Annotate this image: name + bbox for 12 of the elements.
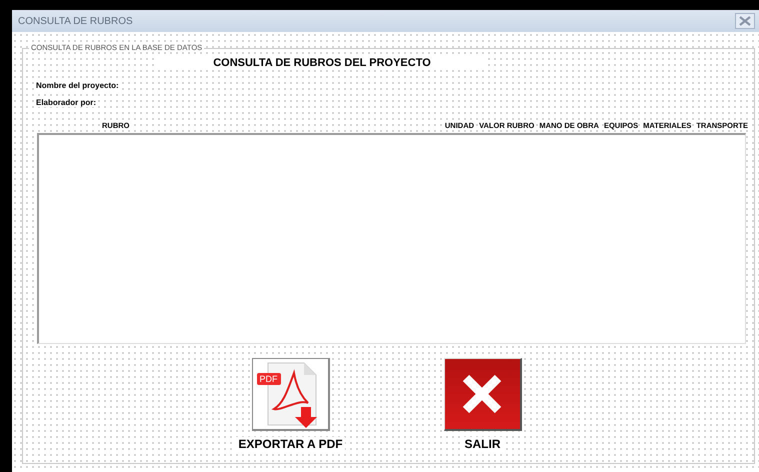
exit-button[interactable] [444, 358, 522, 431]
pdf-label: PDF [256, 373, 280, 385]
close-icon [739, 16, 751, 26]
button-caption: SALIR [462, 437, 502, 451]
close-x-icon [460, 372, 504, 416]
field-label: Elaborador por: [36, 98, 96, 107]
button-caption: EXPORTAR A PDF [236, 437, 345, 451]
window-title: CONSULTA DE RUBROS [18, 16, 133, 26]
close-button[interactable] [735, 13, 755, 29]
export-pdf-button[interactable]: PDF [252, 358, 330, 431]
form-heading: CONSULTA DE RUBROS DEL PROYECTO [157, 57, 487, 69]
field-label: Nombre del proyecto: [36, 81, 119, 90]
